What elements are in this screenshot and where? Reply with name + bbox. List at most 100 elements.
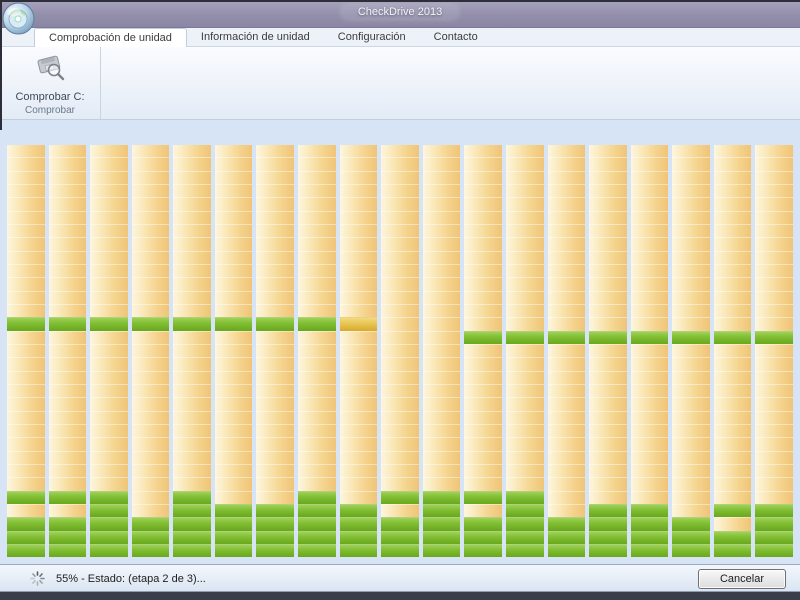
disk-block <box>173 437 211 450</box>
disk-block <box>713 303 752 317</box>
disk-block <box>7 423 45 437</box>
disk-block <box>755 397 793 410</box>
disk-block <box>256 370 295 384</box>
disk-block <box>505 423 544 437</box>
disk-block <box>173 303 211 317</box>
disk-block <box>464 237 502 250</box>
disk-block <box>422 277 461 290</box>
disk-block <box>339 277 378 290</box>
disk-block <box>131 197 170 210</box>
disk-block <box>48 210 87 224</box>
disk-block <box>7 317 45 331</box>
disk-block <box>589 423 627 437</box>
disk-block <box>90 517 128 531</box>
titlebar[interactable]: CheckDrive 2013 <box>0 0 800 28</box>
disk-block <box>755 383 793 397</box>
disk-block <box>381 157 419 170</box>
disk-block <box>589 250 627 264</box>
disk-block <box>131 383 170 397</box>
disk-block <box>90 197 128 210</box>
disk-block <box>131 290 170 304</box>
disk-block <box>423 145 461 157</box>
disk-block <box>505 317 544 330</box>
disk-block <box>422 210 461 224</box>
disk-block <box>7 170 45 184</box>
disk-block <box>547 330 586 344</box>
disk-block <box>505 543 544 558</box>
disk-block <box>381 145 419 157</box>
disk-block <box>755 450 793 464</box>
tab-comprobacion-de-unidad[interactable]: Comprobación de unidad <box>34 28 187 47</box>
disk-block <box>131 183 170 197</box>
disk-block <box>7 543 45 558</box>
disk-block <box>298 145 336 157</box>
disk-block <box>589 303 627 317</box>
disk-block <box>339 290 378 304</box>
disk-block <box>672 383 710 397</box>
disk-block <box>131 517 170 531</box>
disk-block <box>672 277 710 290</box>
disk-block <box>256 463 295 477</box>
cancel-button[interactable]: Cancelar <box>698 569 786 589</box>
disk-block <box>214 157 253 170</box>
tab-informacion-de-unidad[interactable]: Información de unidad <box>187 28 324 46</box>
disk-block <box>505 517 544 531</box>
disk-block <box>173 170 211 184</box>
block-column <box>173 145 211 558</box>
block-column <box>589 145 627 558</box>
disk-block <box>547 263 586 277</box>
disk-block <box>173 410 211 424</box>
disk-block <box>173 183 211 197</box>
disk-block <box>90 145 128 157</box>
disk-block <box>339 317 378 331</box>
disk-block <box>630 383 669 397</box>
comprobar-c-button[interactable]: Comprobar C: <box>4 53 96 103</box>
disk-block <box>464 463 502 477</box>
app-orb-icon[interactable] <box>2 2 35 35</box>
disk-block <box>464 503 502 517</box>
disk-block <box>48 383 87 397</box>
disk-block <box>547 543 586 558</box>
disk-block <box>464 357 502 370</box>
disk-block <box>48 157 87 170</box>
disk-block <box>256 170 295 184</box>
disk-block <box>48 503 87 517</box>
disk-block <box>90 290 128 304</box>
disk-block <box>381 503 419 517</box>
disk-block <box>214 490 253 504</box>
disk-block <box>48 250 87 264</box>
disk-block <box>713 397 752 410</box>
tab-configuracion[interactable]: Configuración <box>324 28 420 46</box>
disk-block <box>173 290 211 304</box>
disk-block <box>298 157 336 170</box>
disk-block <box>755 330 793 344</box>
disk-block <box>755 263 793 277</box>
disk-block <box>672 530 710 544</box>
disk-block <box>256 237 295 250</box>
disk-block <box>131 477 170 490</box>
disk-block <box>506 145 544 157</box>
disk-block <box>214 317 253 331</box>
disk-block <box>672 157 710 170</box>
disk-block <box>672 330 710 344</box>
disk-block <box>505 210 544 224</box>
disk-block <box>505 343 544 357</box>
disk-block <box>339 330 378 344</box>
disk-block <box>48 530 87 544</box>
disk-block <box>381 223 419 237</box>
disk-block <box>381 437 419 450</box>
disk-block <box>173 503 211 518</box>
disk-block <box>90 543 128 558</box>
disk-block <box>464 330 502 344</box>
disk-block <box>131 437 170 450</box>
disk-block <box>422 370 461 384</box>
disk-block <box>90 463 128 477</box>
disk-block <box>589 197 627 210</box>
disk-block <box>713 343 752 357</box>
disk-block <box>422 477 461 490</box>
disk-block <box>630 237 669 250</box>
disk-block <box>7 197 45 210</box>
disk-block <box>131 250 170 264</box>
tab-contacto[interactable]: Contacto <box>420 28 492 46</box>
disk-block <box>131 370 170 384</box>
